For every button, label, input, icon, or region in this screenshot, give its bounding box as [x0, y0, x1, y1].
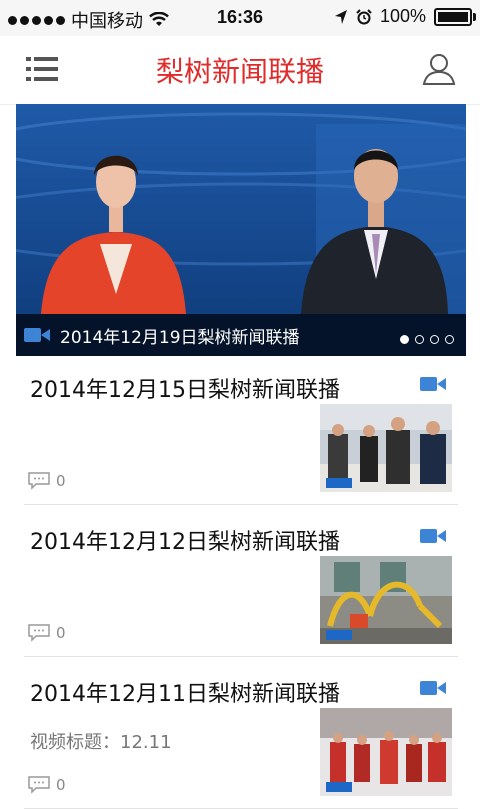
video-camera-icon	[420, 377, 446, 391]
app-title: 梨树新闻联播	[155, 55, 324, 88]
location-icon	[334, 9, 347, 24]
news-item[interactable]: 2014年12月11日梨树新闻联播 视频标题：12.11 0	[24, 662, 458, 809]
battery-icon	[434, 7, 476, 26]
nav-bar: 梨树新闻联播	[0, 36, 480, 105]
status-bar: 中国移动 16:36 100%	[0, 0, 480, 36]
news-item[interactable]: 2014年12月15日梨树新闻联播 0	[24, 358, 458, 505]
news-title: 2014年12月15日梨树新闻联播	[30, 378, 340, 403]
battery-percent: 100%	[379, 6, 426, 26]
news-item[interactable]: 2014年12月12日梨树新闻联播 0	[24, 510, 458, 657]
comment-count-value: 0	[56, 472, 66, 490]
banner-title: 2014年12月19日梨树新闻联播	[60, 327, 300, 348]
comment-count[interactable]: 0	[28, 624, 66, 642]
pager-dot[interactable]	[445, 335, 454, 344]
alarm-icon	[356, 8, 372, 24]
video-camera-icon	[24, 328, 50, 342]
news-thumbnail	[320, 708, 452, 796]
comment-icon	[28, 624, 50, 642]
news-subtitle: 视频标题：12.11	[30, 732, 172, 753]
carousel-pager[interactable]	[400, 335, 454, 344]
comment-count[interactable]: 0	[28, 776, 66, 794]
user-icon[interactable]	[422, 52, 456, 86]
pager-dot[interactable]	[430, 335, 439, 344]
pager-dot[interactable]	[400, 335, 409, 344]
comment-count-value: 0	[56, 624, 66, 642]
status-right: 100%	[334, 6, 476, 27]
comment-icon	[28, 776, 50, 794]
comment-count-value: 0	[56, 776, 66, 794]
banner-caption: 2014年12月19日梨树新闻联播	[16, 314, 466, 356]
news-thumbnail	[320, 404, 452, 492]
banner-carousel[interactable]: 2014年12月19日梨树新闻联播	[16, 104, 466, 356]
comment-count[interactable]: 0	[28, 472, 66, 490]
pager-dot[interactable]	[415, 335, 424, 344]
news-title: 2014年12月12日梨树新闻联播	[30, 530, 340, 555]
news-title: 2014年12月11日梨树新闻联播	[30, 682, 340, 707]
comment-icon	[28, 472, 50, 490]
video-camera-icon	[420, 681, 446, 695]
news-thumbnail	[320, 556, 452, 644]
video-camera-icon	[420, 529, 446, 543]
battery-level	[438, 11, 468, 22]
